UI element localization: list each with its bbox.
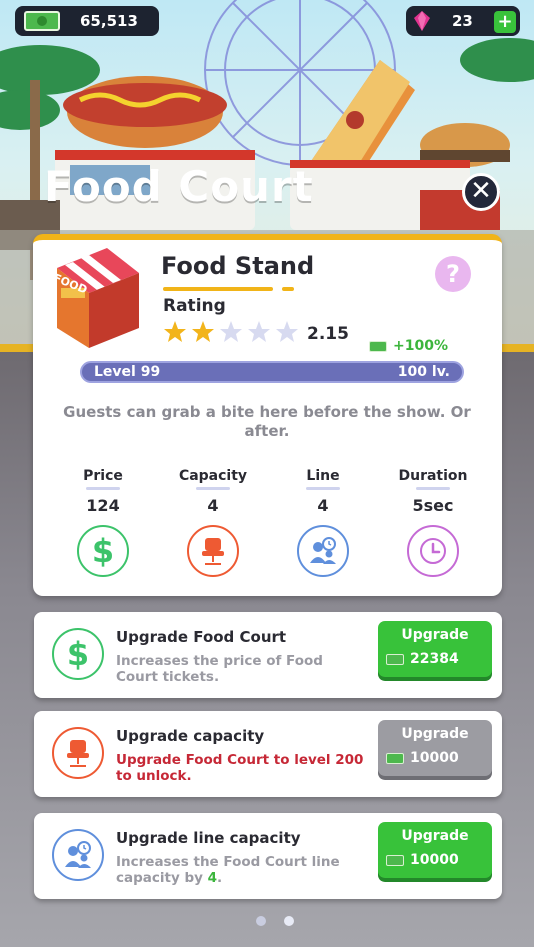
- upgrade-price-value: 10000: [410, 750, 459, 766]
- stat-value: 4: [207, 496, 219, 515]
- upgrade-price: 10000: [386, 750, 459, 766]
- upgrade-line-capacity-button[interactable]: Upgrade 10000: [378, 822, 492, 878]
- help-button[interactable]: ?: [435, 256, 471, 292]
- page-dot[interactable]: [256, 916, 266, 926]
- add-gems-button[interactable]: +: [494, 11, 516, 33]
- cash-value: 65,513: [80, 12, 138, 30]
- upgrade-desc-value: 4: [207, 870, 218, 886]
- cash-counter: 65,513: [15, 6, 159, 36]
- chair-icon: [52, 727, 104, 779]
- upgrade-price-value: 10000: [410, 852, 459, 868]
- stand-name: Food Stand: [161, 252, 315, 280]
- cash-icon: [386, 653, 404, 665]
- upgrade-button-label: Upgrade: [401, 828, 469, 844]
- upgrade-description: Increases the price of Food Court ticket…: [116, 653, 323, 685]
- page-title: Food Court: [44, 162, 314, 211]
- dollar-icon: $: [52, 628, 104, 680]
- stand-info-panel: FOOD Food Stand Rating 2.15 ? +100% Leve…: [33, 234, 502, 596]
- stat-underline: [416, 487, 450, 490]
- cash-icon: [24, 11, 60, 31]
- upgrade-price-value: 22384: [410, 651, 459, 667]
- cash-icon: [386, 752, 404, 764]
- stat-price: Price 124 $: [58, 468, 148, 577]
- clock-icon: [407, 525, 459, 577]
- people-clock-icon: [297, 525, 349, 577]
- stat-line: Line 4: [278, 468, 368, 577]
- bonus-value: +100%: [393, 338, 448, 354]
- svg-text:$: $: [67, 636, 89, 672]
- bonus-indicator: +100%: [369, 338, 448, 354]
- rating-label: Rating: [163, 296, 226, 316]
- rating-value: 2.15: [307, 324, 349, 344]
- stat-duration: Duration 5sec: [388, 468, 478, 577]
- star-empty-icon: [276, 321, 298, 342]
- level-label: Level 99: [94, 364, 161, 380]
- stat-underline: [196, 487, 230, 490]
- stat-value: 4: [317, 496, 329, 515]
- cash-icon: [369, 340, 387, 352]
- upgrade-desc-prefix: Increases the Food Court line capacity b…: [116, 854, 340, 886]
- rating-stars: [163, 320, 299, 344]
- page-dot-active[interactable]: [284, 916, 294, 926]
- upgrade-title: Upgrade capacity: [116, 727, 265, 745]
- svg-text:$: $: [92, 533, 114, 569]
- stat-label: Duration: [398, 468, 468, 484]
- upgrade-description: Increases the Food Court line capacity b…: [116, 854, 366, 886]
- stat-label: Capacity: [178, 468, 248, 484]
- upgrade-locked-message: Upgrade Food Court to level 200 to unloc…: [116, 752, 364, 784]
- upgrade-button-label: Upgrade: [401, 726, 469, 742]
- title-underline: [163, 287, 273, 291]
- upgrade-price: 10000: [386, 852, 459, 868]
- upgrade-row-capacity: Upgrade capacity Upgrade Food Court to l…: [34, 711, 502, 797]
- level-max: 100 lv.: [397, 364, 450, 380]
- stat-value: 5sec: [412, 496, 454, 515]
- chair-icon: [187, 525, 239, 577]
- stat-underline: [306, 487, 340, 490]
- stat-label: Line: [306, 468, 340, 484]
- stat-underline: [86, 487, 120, 490]
- page-indicator: [256, 916, 294, 926]
- title-underline-dash: [282, 287, 294, 291]
- close-button[interactable]: ✕: [462, 173, 500, 211]
- upgrade-price: 22384: [386, 651, 459, 667]
- people-clock-icon: [52, 829, 104, 881]
- gem-value: 23: [452, 12, 473, 30]
- upgrade-button-label: Upgrade: [401, 627, 469, 643]
- star-empty-icon: [248, 321, 270, 342]
- star-filled-icon: [164, 321, 186, 342]
- upgrade-title: Upgrade Food Court: [116, 628, 287, 646]
- upgrade-title: Upgrade line capacity: [116, 829, 301, 847]
- stand-description: Guests can grab a bite here before the s…: [63, 403, 471, 440]
- food-stand-illustration: FOOD: [51, 248, 139, 348]
- upgrade-row-food-court: $ Upgrade Food Court Increases the price…: [34, 612, 502, 698]
- stat-label: Price: [83, 468, 123, 484]
- dollar-icon: $: [77, 525, 129, 577]
- upgrade-row-line-capacity: Upgrade line capacity Increases the Food…: [34, 813, 502, 899]
- upgrade-capacity-button: Upgrade 10000: [378, 720, 492, 776]
- upgrade-food-court-button[interactable]: Upgrade 22384: [378, 621, 492, 677]
- cash-icon: [386, 854, 404, 866]
- level-progress-bar: Level 99 100 lv.: [80, 361, 464, 383]
- upgrade-desc-suffix: .: [217, 870, 223, 886]
- stat-capacity: Capacity 4: [168, 468, 258, 577]
- gem-counter: 23 +: [406, 6, 520, 36]
- star-empty-icon: [220, 321, 242, 342]
- gem-icon: [414, 11, 430, 31]
- stat-value: 124: [86, 496, 120, 515]
- star-filled-icon: [192, 321, 214, 342]
